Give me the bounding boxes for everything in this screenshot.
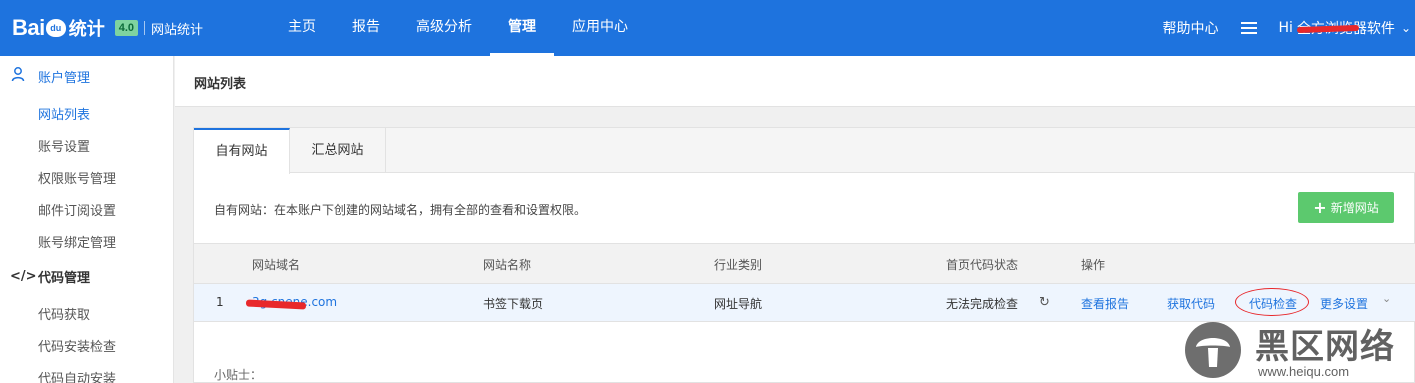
baidu-tongji-logo[interactable]: Bai du 统计 4.0 网站统计 xyxy=(12,12,203,44)
th-code-status: 首页代码状态 xyxy=(946,258,1019,272)
sidebar-item-code-auto-install[interactable]: 代码自动安装 xyxy=(38,368,116,383)
code-check-link[interactable]: 代码检查 xyxy=(1235,288,1309,316)
plus-icon: + xyxy=(1313,197,1327,217)
nav-app-center[interactable]: 应用中心 xyxy=(554,0,646,56)
user-name[interactable]: 全方浏览器软件 xyxy=(1296,18,1395,38)
logo-text: Bai xyxy=(12,15,45,40)
highlight-circle xyxy=(1235,288,1309,316)
person-icon xyxy=(10,66,26,86)
sidebar-item-account-settings[interactable]: 账号设置 xyxy=(38,136,90,155)
sidebar-group-code[interactable]: </> 代码管理 xyxy=(10,266,90,286)
sidebar-item-site-list[interactable]: 网站列表 xyxy=(38,104,90,123)
site-domain-link[interactable]: 3g.cnene.com xyxy=(245,295,337,310)
sidebar-item-permission-accounts[interactable]: 权限账号管理 xyxy=(38,168,116,187)
tab-bar: 自有网站 汇总网站 xyxy=(194,128,1415,174)
more-settings-link[interactable]: 更多设置 xyxy=(1320,295,1368,312)
view-report-link[interactable]: 查看报告 xyxy=(1081,295,1129,312)
baidu-paw-icon: du xyxy=(45,19,66,37)
sidebar-item-code-check[interactable]: 代码安装检查 xyxy=(38,336,116,355)
nav-manage[interactable]: 管理 xyxy=(490,0,554,56)
watermark-title: 黑区网络 xyxy=(1255,327,1395,367)
main-nav: 主页 报告 高级分析 管理 应用中心 xyxy=(270,0,646,56)
th-site-name: 网站名称 xyxy=(483,258,532,272)
greeting: Hi xyxy=(1278,20,1293,36)
th-domain: 网站域名 xyxy=(252,258,301,272)
tab-own-sites[interactable]: 自有网站 xyxy=(194,128,290,174)
nav-home[interactable]: 主页 xyxy=(270,0,334,56)
logo-subtitle: 网站统计 xyxy=(151,22,204,38)
chevron-down-icon[interactable]: ⌄ xyxy=(1382,292,1391,305)
get-code-link[interactable]: 获取代码 xyxy=(1167,295,1215,312)
tips-label: 小贴士： xyxy=(214,368,263,382)
sidebar-item-get-code[interactable]: 代码获取 xyxy=(38,304,90,323)
top-navigation-bar: Bai du 统计 4.0 网站统计 主页 报告 高级分析 管理 应用中心 帮助… xyxy=(0,0,1415,56)
top-right-area: 帮助中心 Hi 全方浏览器软件 ⌄ xyxy=(1163,0,1415,56)
add-site-button[interactable]: + 新增网站 xyxy=(1298,192,1394,223)
watermark-logo-icon xyxy=(1185,322,1241,378)
tab-description: 自有网站：在本账户下创建的网站域名，拥有全部的查看和设置权限。 xyxy=(214,203,587,217)
help-center-link[interactable]: 帮助中心 xyxy=(1163,18,1219,38)
page-header: 网站列表 xyxy=(175,56,1415,107)
sidebar: 账户管理 网站列表 账号设置 权限账号管理 邮件订阅设置 账号绑定管理 </> … xyxy=(0,56,174,383)
menu-list-icon[interactable] xyxy=(1240,21,1257,35)
sidebar-item-account-binding[interactable]: 账号绑定管理 xyxy=(38,232,116,251)
code-icon: </> xyxy=(10,268,37,284)
logo-divider xyxy=(144,21,146,35)
site-industry: 网址导航 xyxy=(714,297,763,311)
tab-summary-sites[interactable]: 汇总网站 xyxy=(290,128,386,173)
sidebar-group-account[interactable]: 账户管理 xyxy=(10,66,90,86)
logo-suffix: 统计 xyxy=(68,19,105,40)
refresh-icon[interactable]: ↻ xyxy=(1039,295,1050,310)
add-site-label: 新增网站 xyxy=(1330,201,1379,215)
sidebar-group-label: 代码管理 xyxy=(38,270,91,286)
sidebar-group-label: 账户管理 xyxy=(38,70,91,86)
row-index: 1 xyxy=(216,295,224,309)
sidebar-item-email-subscription[interactable]: 邮件订阅设置 xyxy=(38,200,116,219)
page-title: 网站列表 xyxy=(194,77,247,92)
nav-reports[interactable]: 报告 xyxy=(334,0,398,56)
code-status: 无法完成检查 xyxy=(946,297,1019,311)
table-header: 网站域名 网站名称 行业类别 首页代码状态 操作 xyxy=(194,243,1415,284)
nav-advanced-analysis[interactable]: 高级分析 xyxy=(398,0,490,56)
site-name: 书签下载页 xyxy=(483,297,544,311)
version-badge: 4.0 xyxy=(114,20,139,36)
th-industry: 行业类别 xyxy=(714,258,763,272)
chevron-down-icon[interactable]: ⌄ xyxy=(1401,21,1411,35)
th-actions: 操作 xyxy=(1081,258,1106,272)
watermark: 黑区网络 www.heiqu.com xyxy=(1180,315,1415,383)
watermark-url: www.heiqu.com xyxy=(1258,364,1350,379)
